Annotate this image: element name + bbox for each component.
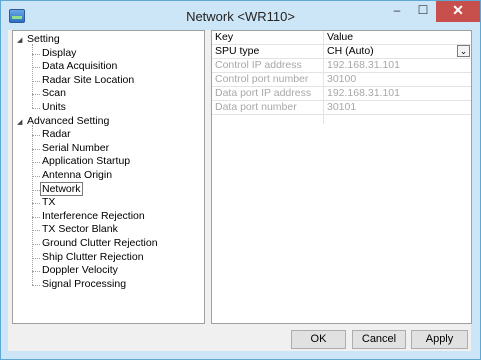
apply-button[interactable]: Apply — [411, 330, 468, 349]
tree-item-label: Serial Number — [42, 141, 110, 154]
tree-item-network[interactable]: Network — [40, 181, 83, 196]
ok-button[interactable]: OK — [291, 330, 346, 349]
property-value: 30100 — [327, 73, 357, 85]
property-key: SPU type — [215, 45, 260, 57]
property-key: Data port number — [215, 101, 297, 113]
collapse-expander-icon[interactable]: ◢ — [17, 116, 27, 129]
tree-item-serial-number[interactable]: Serial Number — [42, 142, 109, 155]
tree-item-label: Antenna Origin — [42, 169, 113, 181]
tree-item-label: Ship Clutter Rejection — [42, 250, 144, 263]
tree-connector — [32, 284, 40, 286]
tree-item-label: Display — [42, 46, 77, 59]
property-grid: Key Value SPU type CH (Auto) ⌄ Control IP a… — [211, 30, 472, 324]
tree-connector — [32, 162, 40, 164]
property-key: Data port IP address — [215, 87, 312, 99]
tree-item-signal-processing[interactable]: Signal Processing — [42, 278, 126, 291]
tree-item-display[interactable]: Display — [42, 47, 76, 60]
tree-connector — [32, 148, 40, 150]
tree-item-label: TX — [42, 196, 56, 209]
tree-connector-line — [32, 43, 33, 108]
property-row: Data port IP address 192.168.31.101 — [212, 87, 471, 101]
tree-connector — [32, 216, 40, 218]
tree-item-units[interactable]: Units — [42, 101, 66, 114]
property-row: Data port number 30101 — [212, 101, 471, 115]
tree-connector — [32, 244, 40, 245]
property-row[interactable]: SPU type CH (Auto) ⌄ — [212, 45, 471, 59]
property-key: Control port number — [215, 73, 309, 85]
tree-connector — [32, 230, 40, 232]
tree-item-ground-clutter-rejection[interactable]: Ground Clutter Rejection — [42, 237, 158, 250]
property-key: Control IP address — [215, 59, 302, 71]
spu-type-select[interactable]: CH (Auto) — [327, 45, 471, 58]
tree-item-radar[interactable]: Radar — [42, 128, 71, 141]
title-bar[interactable]: Network <WR110> – ☐ ✕ — [1, 1, 480, 31]
tree-connector — [32, 94, 40, 96]
tree-group-0[interactable]: ◢ Setting — [17, 33, 60, 46]
tree-item-radar-site-location[interactable]: Radar Site Location — [42, 74, 134, 87]
tree-item-label: Signal Processing — [42, 277, 127, 290]
tree-item-application-startup[interactable]: Application Startup — [42, 155, 130, 168]
tree-connector — [32, 53, 40, 55]
button-bar: OK Cancel Apply — [12, 327, 472, 351]
property-value: 192.168.31.101 — [327, 87, 400, 99]
property-row: Control IP address 192.168.31.101 — [212, 59, 471, 73]
tree-connector — [32, 135, 40, 137]
tree-item-antenna-origin[interactable]: Antenna Origin — [42, 169, 112, 182]
tree-item-label: TX Sector Blank — [42, 223, 118, 236]
tree-item-label: Units — [42, 101, 66, 113]
tree-item-tx[interactable]: TX — [42, 196, 55, 209]
tree-item-label: Interference Rejection — [42, 209, 145, 222]
tree-item-label: Data Acquisition — [42, 60, 118, 73]
collapse-expander-icon[interactable]: ◢ — [17, 34, 27, 47]
tree-item-label: Network — [40, 181, 83, 196]
tree-item-label: Doppler Velocity — [42, 264, 118, 277]
tree-connector — [32, 80, 40, 82]
tree-item-doppler-velocity[interactable]: Doppler Velocity — [42, 264, 118, 277]
minimize-button[interactable]: – — [384, 1, 410, 22]
tree-connector — [32, 203, 40, 205]
grid-header: Key Value — [212, 31, 471, 45]
tree-item-label: Application Startup — [42, 155, 131, 168]
tree-connector — [32, 108, 40, 109]
close-button[interactable]: ✕ — [436, 1, 480, 22]
tree-group-1[interactable]: ◢ Advanced Setting — [17, 115, 109, 128]
tree-item-label: Radar Site Location — [42, 73, 135, 86]
tree-connector — [32, 257, 40, 259]
property-row: Control port number 30100 — [212, 73, 471, 87]
tree-connector — [32, 271, 40, 273]
tree-item-ship-clutter-rejection[interactable]: Ship Clutter Rejection — [42, 251, 144, 264]
tree-item-interference-rejection[interactable]: Interference Rejection — [42, 210, 145, 223]
tree-item-scan[interactable]: Scan — [42, 87, 66, 100]
tree-connector — [32, 176, 40, 177]
property-value: 192.168.31.101 — [327, 59, 400, 71]
tree-item-data-acquisition[interactable]: Data Acquisition — [42, 60, 117, 73]
property-value: 30101 — [327, 101, 357, 113]
tree-item-tx-sector-blank[interactable]: TX Sector Blank — [42, 223, 118, 236]
tree-connector — [32, 189, 40, 191]
key-header[interactable]: Key — [215, 31, 323, 44]
dropdown-chevron-icon[interactable]: ⌄ — [457, 45, 470, 57]
cancel-button[interactable]: Cancel — [352, 330, 406, 349]
value-header[interactable]: Value — [327, 31, 471, 44]
tree-item-label: Scan — [42, 87, 66, 100]
tree-connector-line — [32, 125, 33, 285]
tree-group-label: Advanced Setting — [27, 114, 110, 127]
tree-item-label: Ground Clutter Rejection — [42, 237, 158, 249]
tree-item-label: Radar — [42, 128, 71, 141]
maximize-button[interactable]: ☐ — [410, 1, 436, 22]
tree-connector — [32, 67, 40, 69]
settings-tree[interactable]: ◢ Setting Display Data Acquisition Radar Sit… — [12, 30, 205, 324]
